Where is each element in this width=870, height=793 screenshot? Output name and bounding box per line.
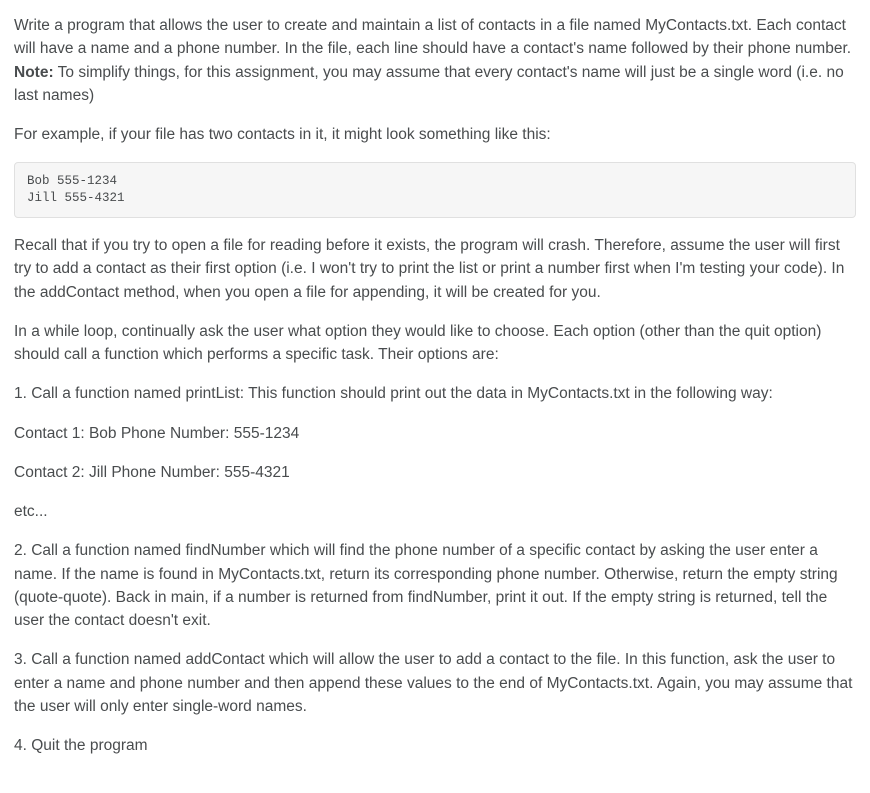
option-1-example-line-1: Contact 1: Bob Phone Number: 555-1234 — [14, 422, 856, 445]
code-example-block: Bob 555-1234 Jill 555-4321 — [14, 162, 856, 218]
loop-intro-paragraph: In a while loop, continually ask the use… — [14, 320, 856, 367]
recall-paragraph: Recall that if you try to open a file fo… — [14, 234, 856, 304]
option-3-description: 3. Call a function named addContact whic… — [14, 648, 856, 718]
option-4-description: 4. Quit the program — [14, 734, 856, 757]
intro-text-b: To simplify things, for this assignment,… — [14, 64, 844, 104]
option-2-description: 2. Call a function named findNumber whic… — [14, 539, 856, 632]
option-1-example-line-2: Contact 2: Jill Phone Number: 555-4321 — [14, 461, 856, 484]
intro-paragraph-2: For example, if your file has two contac… — [14, 123, 856, 146]
intro-paragraph-1: Write a program that allows the user to … — [14, 14, 856, 107]
option-1-description: 1. Call a function named printList: This… — [14, 382, 856, 405]
note-label: Note: — [14, 64, 54, 81]
option-1-etc: etc... — [14, 500, 856, 523]
intro-text-a: Write a program that allows the user to … — [14, 17, 851, 57]
